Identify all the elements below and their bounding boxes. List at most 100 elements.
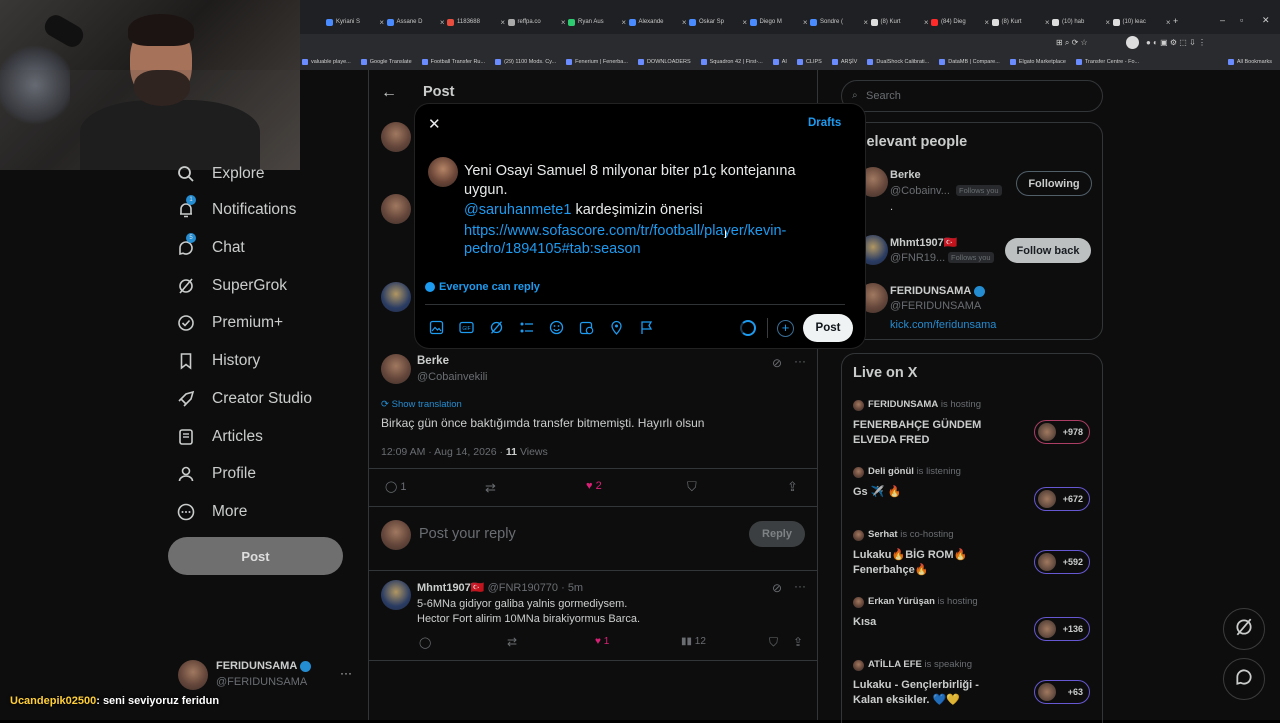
tab-close-icon[interactable]: ×	[984, 18, 989, 27]
space-listeners-pill[interactable]: +978	[1034, 420, 1090, 444]
reply-button[interactable]: Reply	[749, 521, 805, 547]
bookmark-item[interactable]: Elgato Marketplace	[1009, 59, 1066, 65]
post-button[interactable]: Post	[803, 314, 853, 342]
back-arrow-icon[interactable]: ←	[381, 84, 397, 102]
tweet-avatar[interactable]	[381, 354, 411, 384]
bookmark-item[interactable]: Fenerium | Fenerba...	[566, 59, 628, 65]
reply-settings-button[interactable]: Everyone can reply	[425, 281, 540, 293]
nav-more[interactable]: More	[176, 500, 247, 524]
reply-action[interactable]: ◯ 1	[385, 480, 407, 493]
compose-link-line[interactable]: pedro/1894105#tab:season	[464, 240, 854, 259]
nav-notifications[interactable]: 1 Notifications	[176, 195, 296, 222]
bookmark-item[interactable]: Transfer Centre - Fo...	[1075, 59, 1139, 65]
browser-tab[interactable]: (8) Kurt ×	[991, 14, 1050, 30]
close-icon[interactable]: ✕	[428, 115, 441, 133]
reply-input[interactable]: Post your reply	[419, 526, 516, 542]
show-translation-link[interactable]: ⟳ Show translation	[381, 399, 462, 410]
tab-close-icon[interactable]: ×	[863, 18, 868, 27]
nav-articles[interactable]: Articles	[176, 425, 263, 449]
tweet-timestamp[interactable]: 12:09 AM · Aug 14, 2026 ·	[381, 446, 506, 458]
like-action[interactable]: ♥ 1	[595, 636, 609, 647]
browser-tab[interactable]: 1183688 ×	[447, 14, 505, 30]
space-listeners-pill[interactable]: +592	[1034, 550, 1090, 574]
bookmark-item[interactable]: Football Transfer Ru...	[421, 59, 485, 65]
tab-close-icon[interactable]: ×	[1166, 18, 1171, 27]
follow-back-button[interactable]: Follow back	[1005, 238, 1091, 263]
browser-tab[interactable]: Sondre (×	[810, 14, 868, 30]
gif-icon[interactable]: GIF	[458, 319, 474, 335]
space-listeners-pill[interactable]: +63	[1034, 680, 1090, 704]
tab-close-icon[interactable]: ×	[803, 18, 808, 27]
comment-more-icon[interactable]: ···	[794, 579, 806, 593]
bookmark-item[interactable]: (29) 1100 Mods. Cy...	[495, 59, 556, 65]
media-icon[interactable]	[428, 319, 444, 335]
nav-supergrok[interactable]: SuperGrok	[176, 274, 287, 298]
bookmark-item[interactable]: AI	[772, 59, 787, 65]
person-bio-link[interactable]: kick.com/feridunsama	[890, 319, 996, 331]
person-handle[interactable]: @FNR19...	[890, 252, 945, 264]
tab-close-icon[interactable]: ×	[621, 18, 626, 27]
profile-avatar-icon[interactable]	[1126, 36, 1139, 49]
bookmark-item[interactable]: DataMB | Compare...	[939, 59, 1000, 65]
emoji-icon[interactable]	[548, 319, 564, 335]
flag-icon[interactable]	[638, 319, 654, 335]
bookmark-icon[interactable]: ⛉	[769, 635, 778, 650]
browser-tab[interactable]: Kyriani S ×	[326, 14, 384, 30]
bookmark-item[interactable]: DualShock Calibrati...	[867, 59, 929, 65]
toolbar-icons[interactable]: ● ◐ ▣ ⚙ ⬚ ⇩ ⋮	[1146, 38, 1206, 47]
browser-tab[interactable]: reffpa.co ×	[507, 14, 566, 30]
browser-tab[interactable]: Ryan Aus ×	[568, 14, 626, 30]
browser-tab[interactable]: (10) leac ×	[1112, 14, 1171, 30]
repost-icon[interactable]: ⇄	[485, 480, 496, 496]
like-action[interactable]: ♥ 2	[586, 480, 602, 492]
search-input[interactable]: ⌕ Search	[841, 80, 1103, 112]
thread-avatar[interactable]	[381, 122, 411, 152]
account-avatar[interactable]	[178, 660, 208, 690]
account-more-icon[interactable]: ···	[340, 666, 352, 680]
share-icon[interactable]: ⇪	[793, 635, 803, 649]
tab-close-icon[interactable]: ×	[561, 18, 566, 27]
space-listeners-pill[interactable]: +136	[1034, 617, 1090, 641]
nav-creator-studio[interactable]: Creator Studio	[176, 387, 312, 411]
thread-avatar[interactable]	[381, 282, 411, 312]
tab-close-icon[interactable]: ×	[379, 18, 384, 27]
space-listeners-pill[interactable]: +672	[1034, 487, 1090, 511]
bookmark-icon[interactable]: ⛉	[687, 479, 697, 495]
bookmark-item[interactable]: ARŞİV	[831, 59, 857, 65]
repost-icon[interactable]: ⇄	[507, 635, 517, 649]
browser-tab[interactable]: Assane D ×	[386, 14, 445, 30]
share-icon[interactable]: ⇪	[787, 479, 798, 495]
tweet-author-handle[interactable]: @Cobainvekili	[417, 371, 487, 383]
compose-link-line[interactable]: https://www.sofascore.com/tr/football/pl…	[464, 222, 854, 241]
new-tab-button[interactable]: +	[1173, 16, 1178, 26]
tab-close-icon[interactable]: ×	[742, 18, 747, 27]
browser-tab[interactable]: (84) Dieg ×	[931, 14, 989, 30]
person-handle[interactable]: @Cobainv...	[890, 185, 950, 197]
following-button[interactable]: Following	[1016, 171, 1092, 196]
grok-icon[interactable]	[488, 319, 504, 335]
browser-tab[interactable]: (8) Kurt ×	[870, 14, 929, 30]
nav-chat[interactable]: 5 Chat	[176, 233, 245, 260]
bookmark-item[interactable]: Squadron 42 | First-...	[700, 59, 763, 65]
close-window-button[interactable]: ✕	[1262, 15, 1270, 26]
maximize-button[interactable]: ▫	[1240, 15, 1243, 25]
nav-profile[interactable]: Profile	[176, 462, 256, 486]
bookmark-item[interactable]: CLIPS	[796, 59, 822, 65]
bookmark-item[interactable]: DOWNLOADERS	[637, 59, 691, 65]
browser-tab[interactable]: Alexande ×	[628, 14, 687, 30]
extensions-icons[interactable]: ⊞ ⌕ ⟳ ☆	[1056, 38, 1088, 48]
nav-explore[interactable]: Explore	[176, 162, 265, 186]
tab-close-icon[interactable]: ×	[500, 18, 505, 27]
tab-close-icon[interactable]: ×	[1105, 18, 1110, 27]
drafts-button[interactable]: Drafts	[808, 117, 841, 129]
poll-icon[interactable]	[518, 319, 534, 335]
schedule-icon[interactable]	[578, 319, 594, 335]
messages-fab[interactable]	[1223, 658, 1265, 700]
comment-author-handle[interactable]: @FNR190770 · 5m	[488, 582, 584, 594]
grok-fab[interactable]	[1223, 608, 1265, 650]
person-handle[interactable]: @FERIDUNSAMA	[890, 300, 981, 312]
person-name[interactable]: Mhmt1907🇹🇷	[890, 236, 958, 249]
compose-textarea[interactable]: Yeni Osayi Samuel 8 milyonar biter p1ç k…	[464, 162, 854, 259]
minimize-button[interactable]: –	[1220, 15, 1225, 25]
bookmark-item[interactable]: Google Translate	[360, 59, 412, 65]
